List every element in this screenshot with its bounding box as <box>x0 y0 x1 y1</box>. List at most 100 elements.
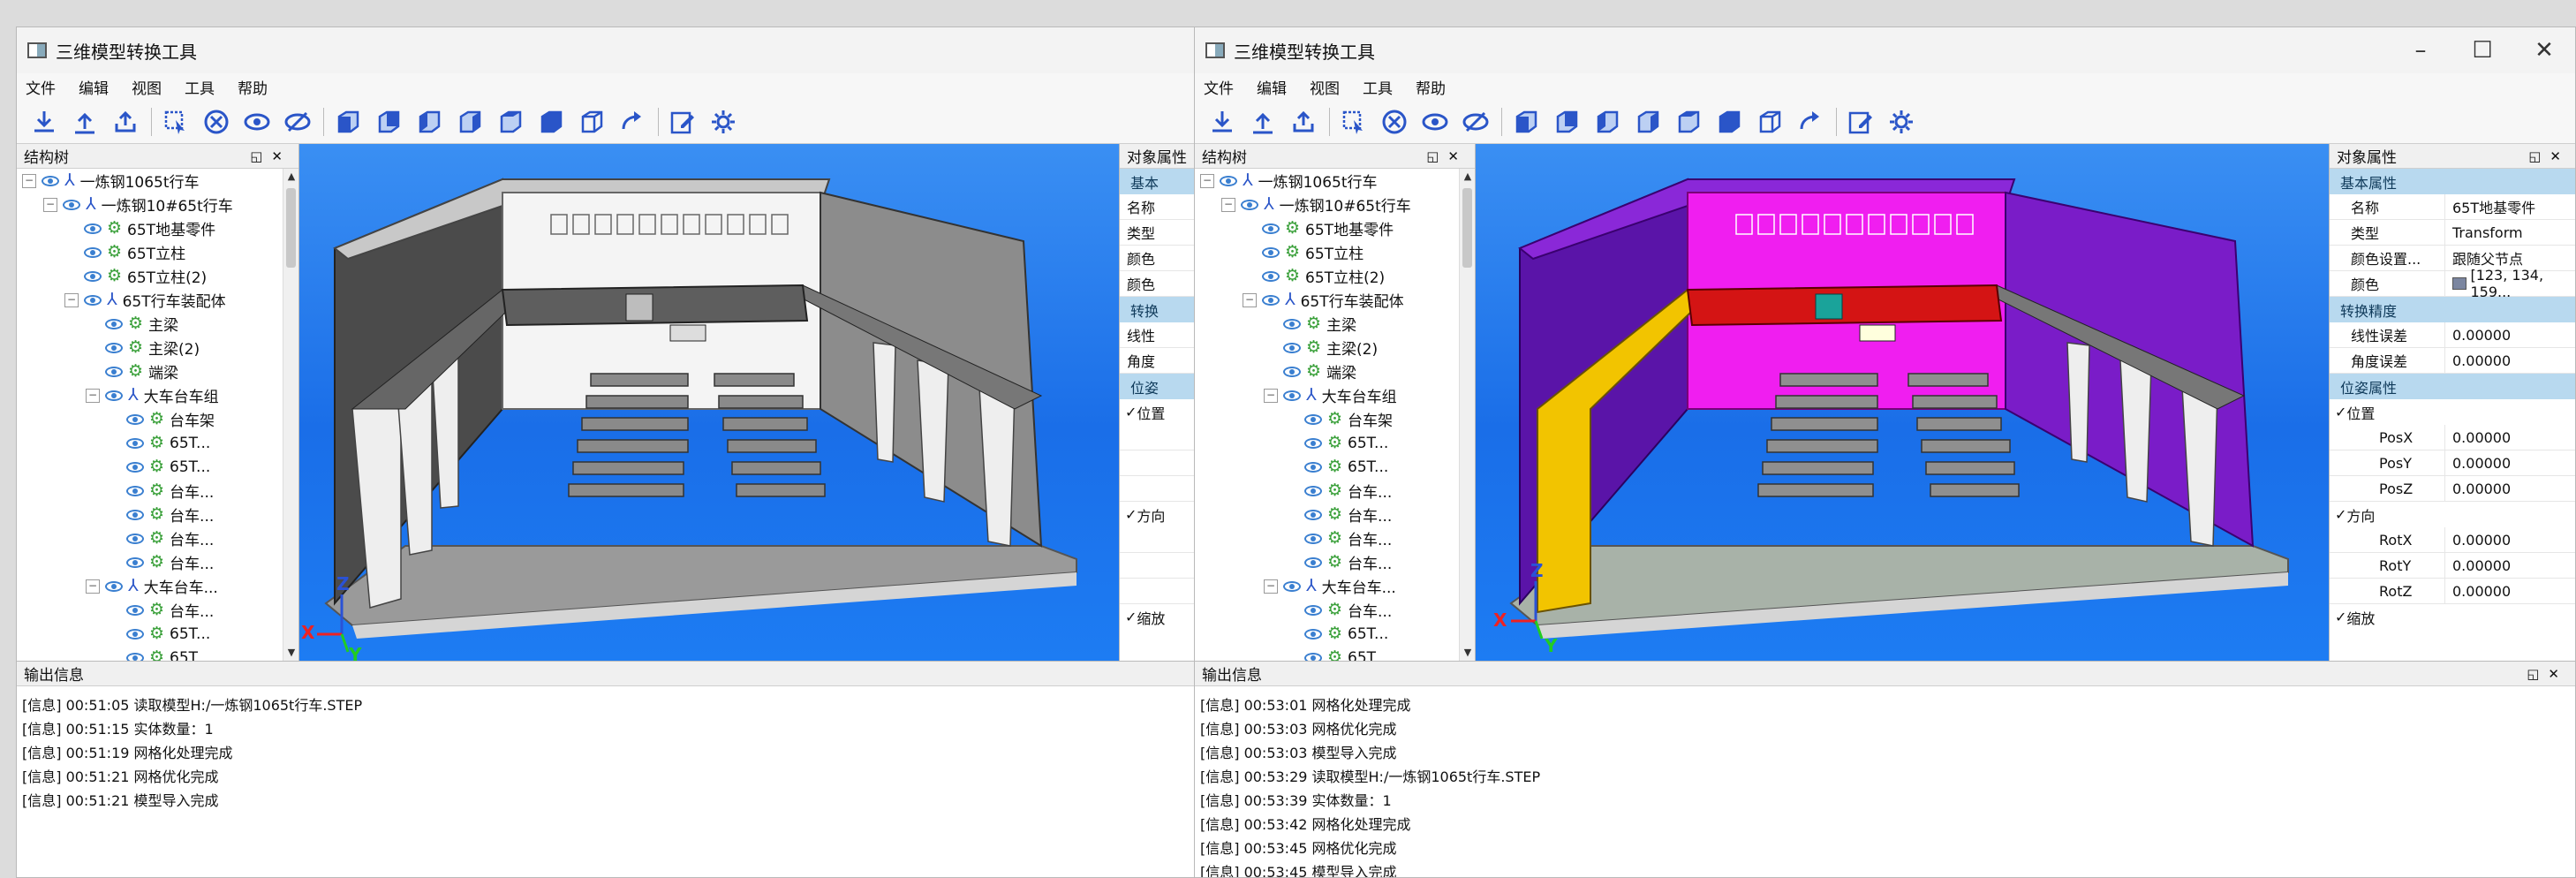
tree-node[interactable]: ⚙ 65T... <box>17 455 298 479</box>
prop-category-basic[interactable]: 基本属性 <box>2330 169 2575 194</box>
select-icon[interactable] <box>161 107 191 137</box>
tree-node[interactable]: ⚙ 台车... <box>17 550 298 574</box>
prop-item[interactable]: 颜色 <box>1120 271 1200 297</box>
visibility-eye-icon[interactable] <box>126 604 144 616</box>
visibility-eye-icon[interactable] <box>84 246 102 258</box>
visibility-eye-icon[interactable] <box>63 199 80 210</box>
expand-toggle-icon[interactable]: − <box>86 579 100 594</box>
upload-icon[interactable] <box>1288 107 1318 137</box>
prop-value[interactable]: 0.00000 <box>2444 425 2575 450</box>
menu-file[interactable]: 文件 <box>26 76 56 98</box>
view-bottom-icon[interactable] <box>1714 107 1744 137</box>
visibility-eye-icon[interactable] <box>1262 270 1280 282</box>
view-back-icon[interactable] <box>374 107 404 137</box>
view-iso-icon[interactable] <box>1755 107 1785 137</box>
panel-float-close-icon[interactable]: ◱✕ <box>2527 666 2568 682</box>
prop-row-posz[interactable]: PosZ 0.00000 <box>2330 476 2575 502</box>
visibility-eye-icon[interactable] <box>1283 342 1301 353</box>
tree-node[interactable]: ⚙ 台车... <box>17 503 298 526</box>
visibility-eye-icon[interactable] <box>1304 652 1322 661</box>
show-icon[interactable] <box>1420 107 1450 137</box>
prop-item[interactable]: 基本 <box>1120 169 1200 194</box>
prop-group-scale[interactable]: ✓ 缩放 <box>2330 604 2575 630</box>
tree-node[interactable]: ⚙ 65T地基零件 <box>17 216 298 240</box>
prop-item[interactable] <box>1120 553 1200 579</box>
view-front-icon[interactable] <box>1511 107 1541 137</box>
properties-grid[interactable]: 基本 名称 类型 颜色 颜色 转换 线性 角度 位姿 ✓ 位置 ✓ 方向 ✓ 缩放 <box>1120 169 1200 630</box>
tree-node[interactable]: ⚙ 主梁(2) <box>1195 336 1475 360</box>
visibility-eye-icon[interactable] <box>126 509 144 520</box>
tree-node[interactable]: ⚙ 65T... <box>1195 455 1475 479</box>
visibility-eye-icon[interactable] <box>126 413 144 425</box>
tree-node[interactable]: ⚙ 端梁 <box>17 360 298 383</box>
prop-value[interactable]: 65T地基零件 <box>2444 194 2575 219</box>
panel-float-close-icon[interactable]: ◱✕ <box>2528 148 2570 164</box>
visibility-eye-icon[interactable] <box>1304 556 1322 568</box>
view-iso-icon[interactable] <box>577 107 607 137</box>
prop-row-posy[interactable]: PosY 0.00000 <box>2330 450 2575 476</box>
view-back-icon[interactable] <box>1552 107 1582 137</box>
prop-category-pose[interactable]: 位姿属性 <box>2330 374 2575 399</box>
prop-item[interactable]: 类型 <box>1120 220 1200 246</box>
prop-row-type[interactable]: 类型 Transform <box>2330 220 2575 246</box>
tree-node[interactable]: ⚙ 台车架 <box>1195 407 1475 431</box>
visibility-eye-icon[interactable] <box>84 270 102 282</box>
tree-node[interactable]: − ⅄ 大车台车组 <box>17 383 298 407</box>
prop-item[interactable]: ✓ 位置 <box>1120 399 1200 425</box>
prop-value[interactable]: 0.00000 <box>2444 476 2575 501</box>
visibility-eye-icon[interactable] <box>105 390 123 401</box>
visibility-eye-icon[interactable] <box>1304 413 1322 425</box>
tree-node[interactable]: ⚙ 65T立柱(2) <box>17 264 298 288</box>
tree-node[interactable]: ⚙ 65T立柱 <box>17 240 298 264</box>
visibility-eye-icon[interactable] <box>84 223 102 234</box>
cross-circle-icon[interactable] <box>201 107 231 137</box>
prop-value[interactable]: 0.00000 <box>2444 527 2575 552</box>
prop-item[interactable] <box>1120 450 1200 476</box>
prop-item[interactable] <box>1120 579 1200 604</box>
tree-node[interactable]: − ⅄ 一炼钢1065t行车 <box>1195 169 1475 193</box>
tree-node[interactable]: − ⅄ 大车台车组 <box>1195 383 1475 407</box>
prop-value[interactable]: 0.00000 <box>2444 450 2575 475</box>
tree-node[interactable]: ⚙ 65T立柱 <box>1195 240 1475 264</box>
visibility-eye-icon[interactable] <box>1304 509 1322 520</box>
panel-float-close-icon[interactable]: ◱✕ <box>1426 148 1468 164</box>
hide-icon[interactable] <box>1461 107 1491 137</box>
import-icon[interactable] <box>1207 107 1237 137</box>
visibility-eye-icon[interactable] <box>84 294 102 306</box>
prop-value[interactable]: 0.00000 <box>2444 553 2575 578</box>
title-bar[interactable]: 三维模型转换工具 – ☐ ✕ <box>1195 27 2575 73</box>
menu-view[interactable]: 视图 <box>1310 76 1340 98</box>
menu-help[interactable]: 帮助 <box>238 76 268 98</box>
prop-row-posx[interactable]: PosX 0.00000 <box>2330 425 2575 450</box>
prop-row-name[interactable]: 名称 65T地基零件 <box>2330 194 2575 220</box>
visibility-eye-icon[interactable] <box>1220 175 1237 186</box>
close-icon[interactable]: ✕ <box>2513 27 2575 73</box>
tree-node[interactable]: ⚙ 65T... <box>1195 622 1475 646</box>
expand-toggle-icon[interactable]: − <box>1264 579 1278 594</box>
tree-node[interactable]: ⚙ 台车... <box>17 479 298 503</box>
tree-node[interactable]: ⚙ 台车... <box>1195 526 1475 550</box>
prop-row-color[interactable]: 颜色 [123, 134, 159... <box>2330 267 2575 300</box>
settings-icon[interactable] <box>1886 107 1916 137</box>
prop-value[interactable]: 0.00000 <box>2444 348 2575 373</box>
rotate-icon[interactable] <box>617 107 647 137</box>
view-left-icon[interactable] <box>1592 107 1622 137</box>
tree-node[interactable]: ⚙ 65T <box>17 646 298 661</box>
cross-circle-icon[interactable] <box>1379 107 1409 137</box>
visibility-eye-icon[interactable] <box>126 461 144 473</box>
title-bar[interactable]: 三维模型转换工具 <box>17 27 1200 73</box>
prop-value[interactable]: Transform <box>2444 220 2575 245</box>
view-front-icon[interactable] <box>333 107 363 137</box>
prop-item[interactable]: ✓ 缩放 <box>1120 604 1200 630</box>
tree-node[interactable]: ⚙ 台车... <box>1195 503 1475 526</box>
prop-item[interactable] <box>1120 476 1200 502</box>
select-icon[interactable] <box>1339 107 1369 137</box>
minimize-icon[interactable]: – <box>2390 27 2451 73</box>
menu-edit[interactable]: 编辑 <box>79 76 109 98</box>
3d-viewport[interactable]: Z X Y <box>299 144 1119 661</box>
visibility-eye-icon[interactable] <box>1304 437 1322 449</box>
menu-tools[interactable]: 工具 <box>185 76 215 98</box>
prop-value[interactable]: 0.00000 <box>2444 322 2575 347</box>
prop-item[interactable] <box>1120 527 1200 553</box>
menu-edit[interactable]: 编辑 <box>1257 76 1287 98</box>
